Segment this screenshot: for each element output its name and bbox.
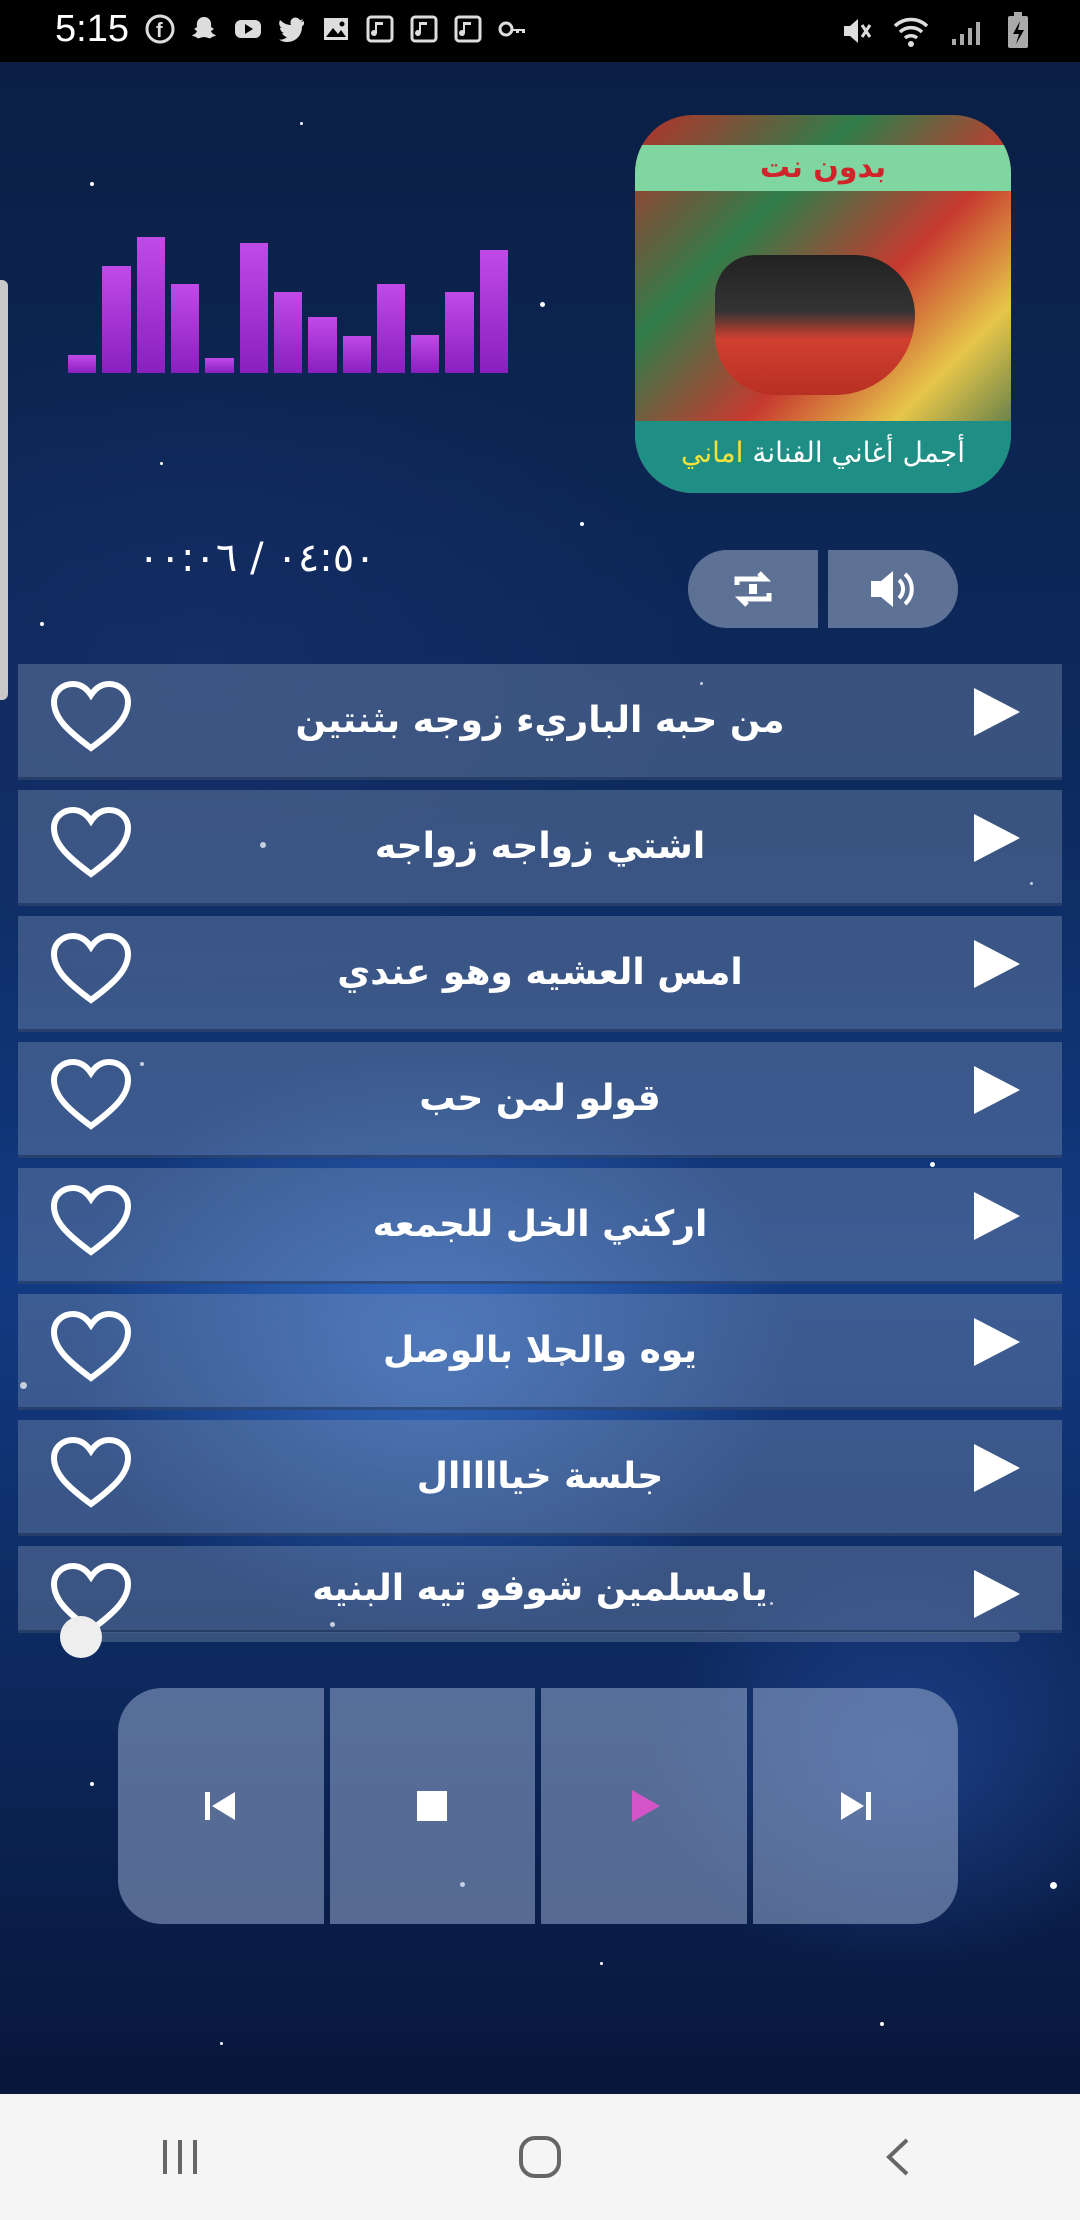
equalizer-bar — [68, 355, 97, 373]
equalizer-bar — [239, 243, 268, 373]
song-title: يوه والحلا بالوصل — [383, 1330, 697, 1371]
song-row[interactable]: امس العشيه وهو عندي — [18, 916, 1062, 1032]
repeat-button[interactable] — [688, 550, 818, 628]
song-row[interactable]: اشتي زواجه زواجه — [18, 790, 1062, 906]
back-button[interactable] — [860, 2117, 940, 2197]
equalizer-visualizer — [68, 225, 509, 373]
song-list: من حبه الباريء زوجه بثنتين اشتي زواجه زو… — [18, 664, 1062, 1643]
youtube-icon — [235, 20, 261, 38]
seek-thumb[interactable] — [60, 1616, 102, 1658]
heart-icon[interactable] — [48, 802, 134, 882]
equalizer-bar — [411, 335, 440, 373]
play-icon[interactable] — [974, 940, 1020, 988]
song-row[interactable]: اركني الخل للجمعه — [18, 1168, 1062, 1284]
system-icons — [838, 12, 1030, 50]
album-cover: بدون نت أجمل أغاني الفنانة اماني — [635, 115, 1011, 493]
song-row[interactable]: يامسلمين شوفو تيه البنيه — [18, 1546, 1062, 1634]
status-bar: 5:15 f — [0, 0, 1080, 62]
heart-icon[interactable] — [48, 1306, 134, 1386]
playback-time: ٠٤:٥٠ / ٠٠:٠٦ — [138, 535, 376, 581]
stop-button[interactable] — [329, 1688, 535, 1924]
volume-button[interactable] — [828, 550, 958, 628]
song-row[interactable]: قولو لمن حب — [18, 1042, 1062, 1158]
image-icon — [324, 18, 348, 40]
cover-bottom-prefix: أجمل أغاني الفنانة — [752, 436, 965, 469]
song-title: امس العشيه وهو عندي — [337, 952, 743, 993]
equalizer-bar — [308, 317, 337, 373]
status-time: 5:15 — [55, 8, 129, 50]
equalizer-bar — [479, 250, 509, 373]
home-icon — [519, 2136, 561, 2178]
song-row[interactable]: من حبه الباريء زوجه بثنتين — [18, 664, 1062, 780]
battery-charging-icon — [1008, 12, 1028, 48]
play-icon[interactable] — [974, 1570, 1020, 1618]
equalizer-bar — [136, 237, 165, 373]
song-title: اركني الخل للجمعه — [372, 1204, 708, 1245]
home-button[interactable] — [500, 2117, 580, 2197]
notification-icons: f — [145, 14, 527, 44]
mute-icon — [844, 19, 872, 43]
previous-button[interactable] — [118, 1688, 324, 1924]
recents-icon — [163, 2140, 197, 2174]
stop-icon — [417, 1791, 448, 1821]
seek-bar[interactable] — [60, 1616, 1022, 1658]
previous-icon — [204, 1792, 235, 1820]
volume-icon — [871, 571, 914, 607]
heart-icon[interactable] — [48, 1432, 134, 1512]
equalizer-bar — [102, 266, 131, 373]
heart-icon[interactable] — [48, 1180, 134, 1260]
cover-top-label: بدون نت — [635, 145, 1011, 191]
key-icon — [498, 21, 525, 37]
equalizer-bar — [205, 358, 234, 373]
music-icon — [366, 15, 394, 43]
play-icon[interactable] — [974, 1192, 1020, 1240]
top-controls — [688, 550, 958, 628]
song-title: جلسة خيااااال — [416, 1456, 664, 1497]
play-button[interactable] — [541, 1688, 747, 1924]
seek-track[interactable] — [70, 1632, 1020, 1642]
repeat-icon — [734, 571, 772, 607]
song-title: قولو لمن حب — [419, 1078, 661, 1119]
equalizer-bar — [445, 292, 474, 373]
song-row[interactable]: جلسة خيااااال — [18, 1420, 1062, 1536]
music-icon — [410, 15, 438, 43]
facebook-icon: f — [145, 14, 175, 44]
back-icon — [886, 2138, 909, 2176]
equalizer-bar — [273, 292, 303, 373]
heart-icon[interactable] — [48, 676, 134, 756]
cover-artwork — [715, 255, 915, 395]
drawer-handle[interactable] — [0, 280, 8, 700]
play-icon[interactable] — [974, 814, 1020, 862]
heart-icon[interactable] — [48, 928, 134, 1008]
play-icon[interactable] — [974, 1066, 1020, 1114]
snapchat-icon — [192, 17, 216, 39]
equalizer-bar — [342, 336, 371, 373]
svg-text:f: f — [156, 20, 163, 42]
equalizer-bar — [376, 284, 406, 373]
recents-button[interactable] — [140, 2117, 220, 2197]
twitter-icon — [279, 17, 304, 42]
play-icon[interactable] — [974, 1444, 1020, 1492]
song-title: من حبه الباريء زوجه بثنتين — [295, 700, 785, 741]
wifi-icon — [893, 17, 929, 47]
heart-icon[interactable] — [48, 1054, 134, 1134]
next-icon — [841, 1792, 872, 1820]
music-icon — [454, 15, 482, 43]
cover-bottom-highlight: اماني — [681, 436, 744, 469]
player-controls — [118, 1688, 958, 1924]
next-button[interactable] — [752, 1688, 958, 1924]
song-title: يامسلمين شوفو تيه البنيه — [312, 1567, 768, 1609]
cover-bottom-label: أجمل أغاني الفنانة اماني — [635, 421, 1011, 493]
play-icon[interactable] — [974, 1318, 1020, 1366]
song-row[interactable]: يوه والحلا بالوصل — [18, 1294, 1062, 1410]
song-title: اشتي زواجه زواجه — [374, 826, 706, 867]
play-icon — [631, 1790, 660, 1822]
signal-icon — [952, 22, 980, 45]
equalizer-bar — [170, 284, 200, 373]
play-icon[interactable] — [974, 688, 1020, 736]
system-nav-bar — [0, 2094, 1080, 2220]
